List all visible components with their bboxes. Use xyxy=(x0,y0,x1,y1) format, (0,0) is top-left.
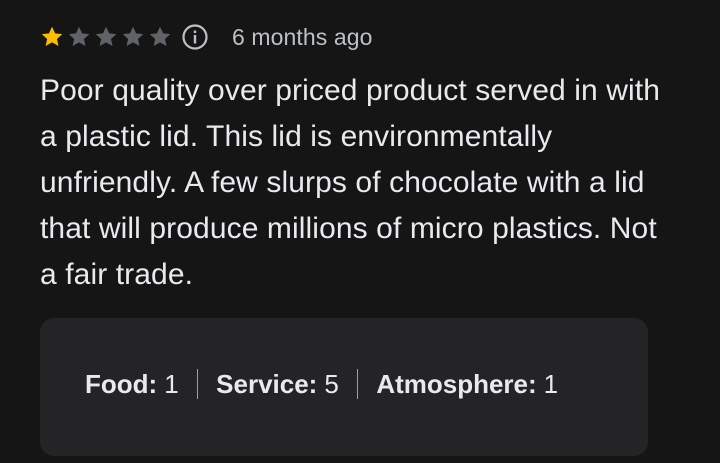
subratings-row: Food: 1 Service: 5 Atmosphere: 1 xyxy=(85,366,558,402)
atmosphere-label: Atmosphere: xyxy=(376,368,537,399)
divider xyxy=(356,369,359,399)
star-icon xyxy=(95,26,117,46)
star-icon xyxy=(68,26,90,46)
review-card: 6 months ago Poor quality over priced pr… xyxy=(0,0,720,463)
atmosphere-value: 1 xyxy=(543,368,559,399)
review-text: Poor quality over priced product served … xyxy=(40,74,661,291)
food-label: Food: xyxy=(85,368,158,399)
review-meta: 6 months ago xyxy=(39,22,373,52)
service-label: Service: xyxy=(216,368,318,399)
service-value: 5 xyxy=(324,368,339,399)
subratings-card: Food: 1 Service: 5 Atmosphere: 1 xyxy=(40,318,648,456)
divider xyxy=(196,369,199,399)
review-time: 6 months ago xyxy=(232,23,373,50)
info-circle-icon[interactable] xyxy=(181,23,209,51)
food-value: 1 xyxy=(164,368,179,399)
star-icon xyxy=(122,26,144,46)
star-rating xyxy=(39,24,173,50)
star-icon xyxy=(41,26,63,46)
star-icon xyxy=(149,26,171,46)
